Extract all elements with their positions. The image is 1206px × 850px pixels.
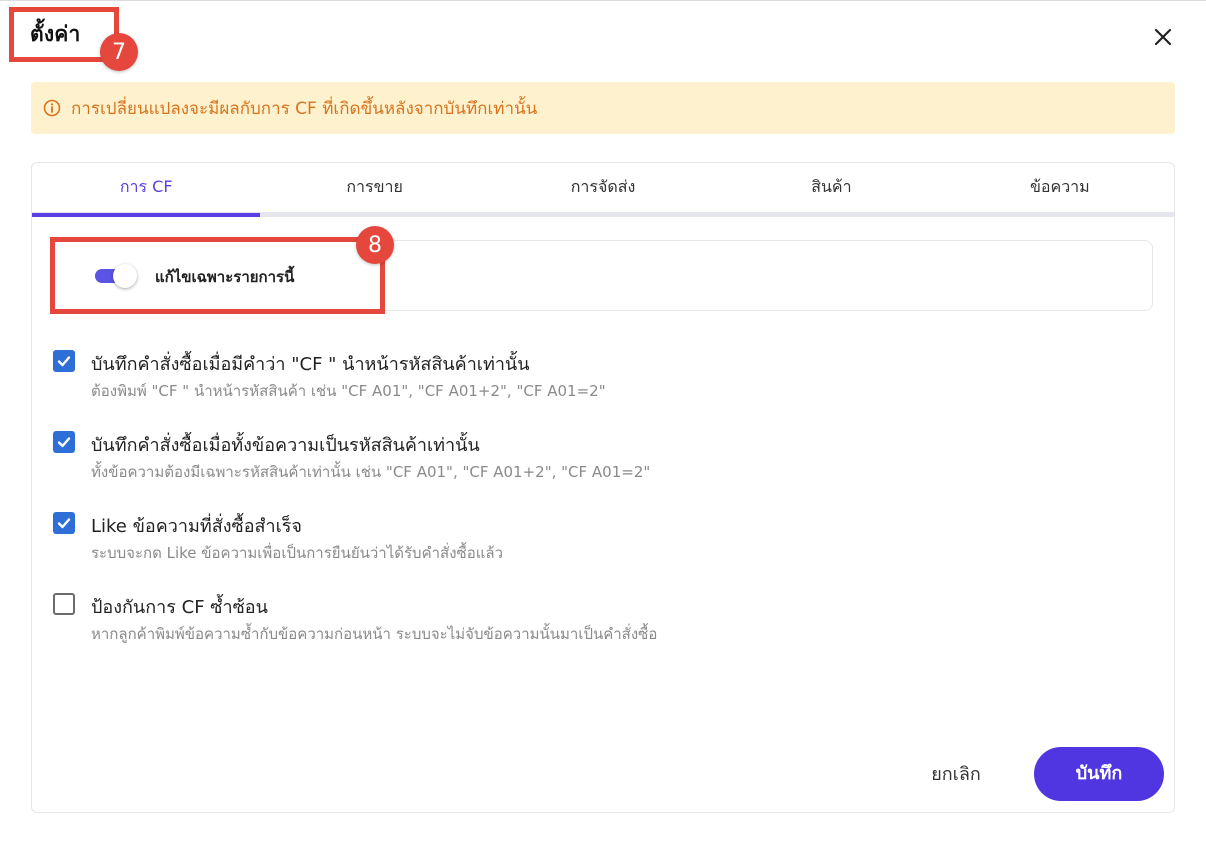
tab-bar: การ CF การขาย การจัดส่ง สินค้า ข้อความ <box>32 163 1174 217</box>
annotation-highlight-toggle <box>50 237 385 314</box>
notice-text: การเปลี่ยนแปลงจะมีผลกับการ CF ที่เกิดขึ้… <box>71 98 538 119</box>
checkbox-whole-message[interactable] <box>53 431 75 453</box>
tab-shipping[interactable]: การจัดส่ง <box>489 163 717 212</box>
checkmark-icon <box>57 356 71 367</box>
checkmark-icon <box>57 437 71 448</box>
option-title: บันทึกคำสั่งซื้อเมื่อมีคำว่า "CF " นำหน้… <box>91 354 530 375</box>
top-divider <box>0 0 1206 1</box>
tab-cf[interactable]: การ CF <box>32 163 261 217</box>
info-notice: การเปลี่ยนแปลงจะมีผลกับการ CF ที่เกิดขึ้… <box>31 82 1175 134</box>
option-title: บันทึกคำสั่งซื้อเมื่อทั้งข้อความเป็นรหัส… <box>91 435 480 456</box>
close-icon <box>1154 28 1172 46</box>
option-description: ต้องพิมพ์ "CF " นำหน้ารหัสสินค้า เช่น "C… <box>91 382 606 400</box>
info-icon <box>43 99 61 117</box>
option-description: หากลูกค้าพิมพ์ข้อความซ้ำกับข้อความก่อนหน… <box>91 625 658 643</box>
tab-messages[interactable]: ข้อความ <box>946 163 1174 212</box>
cancel-button[interactable]: ยกเลิก <box>904 749 1008 801</box>
annotation-badge-8: 8 <box>356 226 394 264</box>
option-title: Like ข้อความที่สั่งซื้อสำเร็จ <box>91 516 302 537</box>
option-title: ป้องกันการ CF ซ้ำซ้อน <box>91 597 268 618</box>
save-button[interactable]: บันทึก <box>1034 747 1164 801</box>
checkbox-cf-prefix[interactable] <box>53 350 75 372</box>
tab-products[interactable]: สินค้า <box>717 163 945 212</box>
tab-sales[interactable]: การขาย <box>260 163 488 212</box>
checkbox-prevent-duplicate[interactable] <box>53 593 75 615</box>
checkbox-like-message[interactable] <box>53 512 75 534</box>
close-button[interactable] <box>1148 22 1178 52</box>
option-description: ระบบจะกด Like ข้อความเพื่อเป็นการยืนยันว… <box>91 544 503 562</box>
checkmark-icon <box>57 518 71 529</box>
annotation-badge-7: 7 <box>100 33 138 71</box>
option-description: ทั้งข้อความต้องมีเฉพาะรหัสสินค้าเท่านั้น… <box>91 463 651 481</box>
